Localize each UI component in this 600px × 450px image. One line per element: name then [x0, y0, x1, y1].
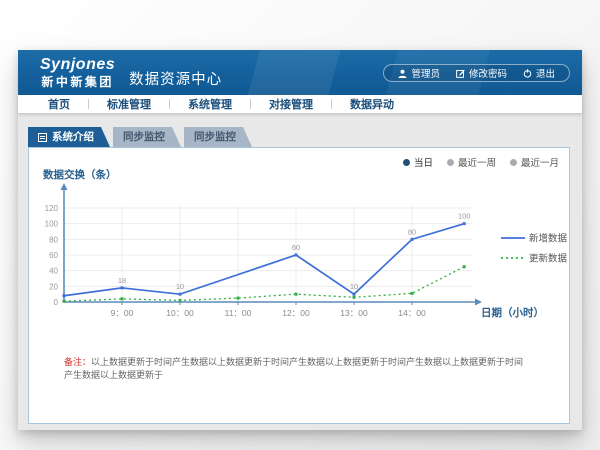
data-point: [121, 297, 124, 300]
data-point: [179, 293, 182, 296]
data-point: [121, 286, 124, 289]
data-point: [295, 293, 298, 296]
page-title: 数据资源中心: [129, 68, 222, 89]
series-line-1: [64, 224, 464, 296]
footnote-text: 以上数据更新于时间产生数据以上数据更新于时间产生数据以上数据更新于时间产生数据以…: [64, 357, 523, 380]
logo-text-en: Synjones: [40, 57, 115, 73]
data-point: [295, 254, 298, 257]
footnote: 备注：以上数据更新于时间产生数据以上数据更新于时间产生数据以上数据更新于时间产生…: [64, 356, 524, 382]
y-axis-title: 数据交换（条）: [42, 168, 117, 181]
y-tick-label: 80: [49, 235, 58, 244]
tab-sync-monitor-2[interactable]: 同步监控: [184, 127, 252, 147]
y-axis-arrow-icon: [61, 183, 68, 190]
content-area: 系统介绍 同步监控 同步监控 当日 最近一周: [18, 113, 582, 424]
data-point: [237, 297, 240, 300]
app-window: Synjones 新中新集团 数据资源中心 管理员 修改密码 退出: [18, 50, 582, 430]
data-point: [411, 292, 414, 295]
x-tick-label: 11：00: [225, 308, 252, 318]
app-header: Synjones 新中新集团 数据资源中心 管理员 修改密码 退出: [18, 50, 582, 95]
legend-label: 新增数据: [529, 233, 568, 245]
tab-system-intro[interactable]: 系统介绍: [28, 127, 110, 147]
data-point-label: 80: [408, 227, 416, 236]
nav-item-system-mgmt[interactable]: 系统管理: [188, 96, 232, 112]
y-tick-label: 120: [45, 204, 59, 213]
data-point-label: 10: [350, 282, 358, 291]
document-icon: [38, 133, 47, 142]
chart-panel: 当日 最近一周 最近一月 0204060801001209：0010：0011：…: [28, 147, 570, 424]
data-point: [411, 238, 414, 241]
company-logo: Synjones 新中新集团: [40, 57, 115, 88]
x-axis-arrow-icon: [475, 299, 482, 306]
data-point: [463, 265, 466, 268]
nav-divider: [331, 99, 332, 109]
nav-divider: [250, 99, 251, 109]
y-tick-label: 40: [49, 267, 58, 276]
data-point-label: 60: [292, 243, 300, 252]
data-point: [463, 222, 466, 225]
radio-dot-icon: [510, 159, 517, 166]
y-tick-label: 100: [45, 220, 59, 229]
legend-item-2[interactable]: 更新数据: [501, 253, 568, 265]
x-tick-label: 13：00: [340, 308, 368, 318]
radio-dot-icon: [403, 159, 410, 166]
legend-item-1[interactable]: 新增数据: [501, 233, 568, 245]
nav-item-standard-mgmt[interactable]: 标准管理: [107, 96, 151, 112]
data-point: [63, 294, 66, 297]
current-user-button[interactable]: 管理员: [390, 66, 448, 80]
data-point: [63, 300, 66, 303]
user-icon: [398, 69, 407, 78]
nav-divider: [169, 99, 170, 109]
logo-text-cn: 新中新集团: [40, 76, 115, 88]
y-tick-label: 0: [54, 298, 59, 307]
data-point: [353, 296, 356, 299]
power-icon: [523, 69, 532, 78]
x-tick-label: 10：00: [166, 308, 194, 318]
line-chart: 0 20 40 60 80 100 120 9：00 10：00 11：00 12：00 13：00 1…: [29, 166, 569, 371]
tab-sync-monitor-1[interactable]: 同步监控: [113, 127, 181, 147]
y-tick-label: 60: [49, 251, 58, 260]
edit-icon: [456, 69, 465, 78]
legend-label: 更新数据: [529, 253, 568, 265]
tab-bar: 系统介绍 同步监控 同步监控: [28, 127, 570, 147]
main-nav: 首页 标准管理 系统管理 对接管理 数据异动: [18, 95, 582, 113]
user-toolbar: 管理员 修改密码 退出: [383, 64, 570, 82]
data-point: [353, 293, 356, 296]
footnote-label: 备注：: [64, 357, 91, 367]
data-point-label: 10: [176, 282, 184, 291]
y-tick-label: 20: [49, 282, 58, 291]
nav-item-interface-mgmt[interactable]: 对接管理: [269, 96, 313, 112]
radio-dot-icon: [447, 159, 454, 166]
logout-button[interactable]: 退出: [515, 66, 563, 80]
data-point-label: 100: [458, 212, 471, 221]
nav-item-data-change[interactable]: 数据异动: [350, 96, 394, 112]
x-tick-label: 9：00: [111, 308, 134, 318]
data-point-label: 18: [118, 276, 126, 285]
x-tick-label: 14：00: [398, 308, 426, 318]
x-axis-title: 日期（小时）: [481, 306, 544, 319]
nav-item-home[interactable]: 首页: [48, 96, 70, 112]
nav-divider: [88, 99, 89, 109]
data-point: [179, 299, 182, 302]
change-password-button[interactable]: 修改密码: [448, 66, 515, 80]
x-tick-label: 12：00: [282, 308, 310, 318]
